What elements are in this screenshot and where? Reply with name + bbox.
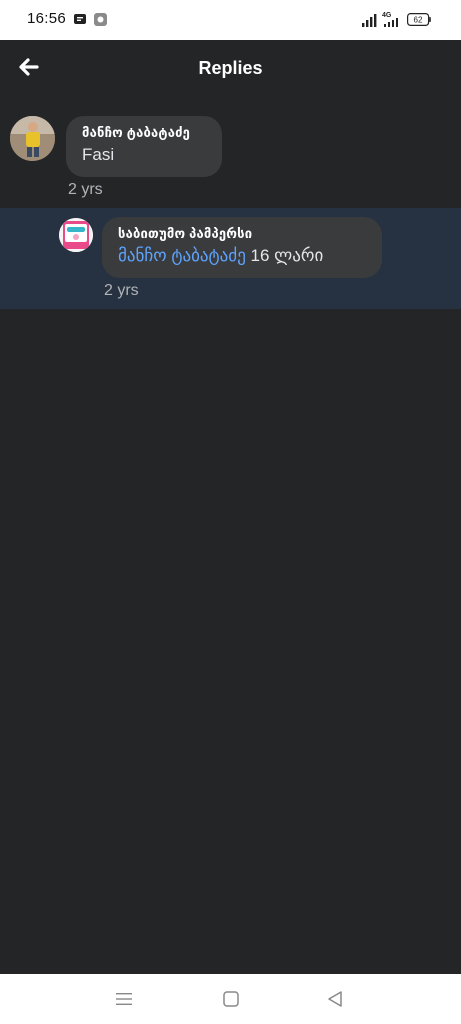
mention-link[interactable]: მანჩო ტაბატაძე [118,246,246,265]
reply-age: 2 yrs [104,282,139,299]
battery-icon: 62 [407,13,431,26]
app-notification-icon [94,13,107,26]
page-title: Replies [198,58,263,78]
comment-bubble[interactable]: მანჩო ტაბატაძე Fasi [66,116,222,177]
comment-age: 2 yrs [68,181,103,198]
status-bar: 16:56 4G 62 [0,0,461,40]
menu-icon[interactable] [115,990,133,1008]
avatar[interactable] [59,218,93,252]
reply-item: საბითუმო პამპერსი მანჩო ტაბატაძე 16 ლარი… [0,208,461,309]
comment-text: Fasi [82,145,115,164]
comment-item: მანჩო ტაბატაძე Fasi 2 yrs [0,108,461,206]
reply-text: მანჩო ტაბატაძე 16 ლარი [118,246,366,266]
page-logo-icon [59,218,93,252]
reply-bubble[interactable]: საბითუმო პამპერსი მანჩო ტაბატაძე 16 ლარი [102,217,382,278]
battery-level: 62 [414,16,423,25]
comment-author[interactable]: მანჩო ტაბატაძე [82,125,206,141]
mobile-data-icon: 4G [382,12,398,27]
avatar[interactable] [10,116,55,161]
replies-header: Replies [0,40,461,96]
reply-text-body: 16 ლარი [245,246,324,265]
back-triangle-icon[interactable] [326,990,344,1008]
signal-icon [362,14,377,27]
status-time: 16:56 [27,10,67,27]
reply-author[interactable]: საბითუმო პამპერსი [118,226,366,242]
message-notification-icon [74,14,86,24]
network-label: 4G [382,12,392,19]
system-nav-bar [0,974,461,1024]
home-square-icon[interactable] [222,990,240,1008]
user-photo-icon [10,116,55,161]
